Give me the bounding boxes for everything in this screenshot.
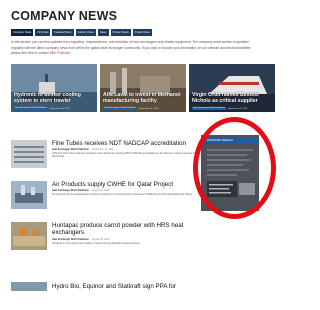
page-title: COMPANY NEWS bbox=[11, 9, 118, 23]
hero-meta: Heat Exchanger World Publisher September… bbox=[103, 107, 159, 110]
publisher-badge: Heat Exchanger World Publisher bbox=[14, 107, 48, 110]
tab-news[interactable]: News bbox=[98, 29, 109, 36]
article-title[interactable]: Hydro Bio, Equinor and Statkraft sign PP… bbox=[52, 283, 202, 290]
hero-meta: Heat Exchanger World Publisher September… bbox=[192, 107, 248, 110]
publisher-badge: Heat Exchanger World Publisher bbox=[103, 107, 137, 110]
publish-date: September 06, 2022 bbox=[138, 107, 159, 110]
article-item[interactable]: Air Products supply CWHE for Qatar Proje… bbox=[11, 181, 196, 211]
hero-row: Hydronic to deliver cooling system to st… bbox=[11, 64, 276, 112]
tab-project-news[interactable]: Project News bbox=[132, 29, 152, 36]
article-publisher: Heat Exchanger World Publisher bbox=[52, 148, 90, 151]
tab-industry-news[interactable]: Industry News bbox=[75, 29, 97, 36]
hero-image-facility bbox=[100, 64, 186, 112]
article-meta: Heat Exchanger World Publisher August 09… bbox=[52, 238, 109, 241]
hero-title[interactable]: Virgin Orbit named Bestest Nichols as cr… bbox=[192, 92, 272, 104]
hero-meta: Heat Exchanger World Publisher September… bbox=[14, 107, 70, 110]
article-item[interactable]: Fine Tubes receives NDT NADCAP accredita… bbox=[11, 140, 196, 170]
article-meta: Heat Exchanger World Publisher August 11… bbox=[52, 189, 109, 192]
article-excerpt: Air Products has been awarded the contra… bbox=[52, 193, 193, 196]
article-publisher: Heat Exchanger World Publisher bbox=[52, 189, 90, 192]
article-thumbnail[interactable] bbox=[11, 282, 47, 310]
article-thumbnail[interactable] bbox=[11, 222, 47, 250]
tab-product-news[interactable]: Product News bbox=[110, 29, 131, 36]
article-meta: Heat Exchanger World Publisher September… bbox=[52, 148, 114, 151]
article-thumbnail[interactable] bbox=[11, 181, 47, 209]
article-date: August 11, 2022 bbox=[92, 189, 110, 192]
sidebar-advanced-search: ADVANCED SEARCH bbox=[201, 135, 259, 211]
hero-card[interactable]: Hydronic to deliver cooling system to st… bbox=[11, 64, 97, 112]
intro-paragraph: In this section you can find updates fro… bbox=[11, 40, 252, 55]
publish-date: September 02, 2022 bbox=[227, 107, 248, 110]
article-excerpt: UNS Fine Tube Tubes has been awarded a N… bbox=[52, 152, 196, 159]
hero-card[interactable]: Virgin Orbit named Bestest Nichols as cr… bbox=[189, 64, 275, 112]
publisher-badge: Heat Exchanger World Publisher bbox=[192, 107, 226, 110]
article-item[interactable]: Hydro Bio, Equinor and Statkraft sign PP… bbox=[11, 282, 196, 291]
tab-oil-gas[interactable]: Oil & Gas bbox=[35, 29, 51, 36]
hero-image-trawler bbox=[11, 64, 97, 112]
hero-title[interactable]: Hydronic to deliver cooling system to st… bbox=[14, 92, 94, 104]
intro-text: In this section you can find updates fro… bbox=[11, 40, 261, 57]
hero-title[interactable]: Alfa Laval to invest in Methanol manufac… bbox=[103, 92, 183, 104]
article-thumbnail[interactable] bbox=[11, 140, 47, 168]
article-date: September 15, 2022 bbox=[92, 148, 114, 151]
article-excerpt: Huntapac is a UK grower and supplier of … bbox=[52, 242, 141, 245]
tab-bar: Company News Oil & Gas Featured Story In… bbox=[11, 29, 261, 36]
article-title[interactable]: Fine Tubes receives NDT NADCAP accredita… bbox=[52, 140, 202, 147]
tab-featured-story[interactable]: Featured Story bbox=[52, 29, 74, 36]
article-title[interactable]: Air Products supply CWHE for Qatar Proje… bbox=[52, 181, 202, 188]
article-title[interactable]: Huntapac produce carrot powder with HRS … bbox=[52, 222, 202, 236]
publish-date: September 08, 2022 bbox=[49, 107, 70, 110]
article-item[interactable]: Huntapac produce carrot powder with HRS … bbox=[11, 222, 196, 252]
hero-card[interactable]: Alfa Laval to invest in Methanol manufac… bbox=[100, 64, 186, 112]
contact-link[interactable]: Ellie Pritchard bbox=[50, 51, 70, 55]
sidebar-graphic bbox=[207, 149, 255, 197]
hero-image-rocket bbox=[189, 64, 275, 112]
article-date: August 09, 2022 bbox=[92, 238, 110, 241]
article-publisher: Heat Exchanger World Publisher bbox=[52, 238, 90, 241]
tab-company-news[interactable]: Company News bbox=[11, 29, 34, 36]
